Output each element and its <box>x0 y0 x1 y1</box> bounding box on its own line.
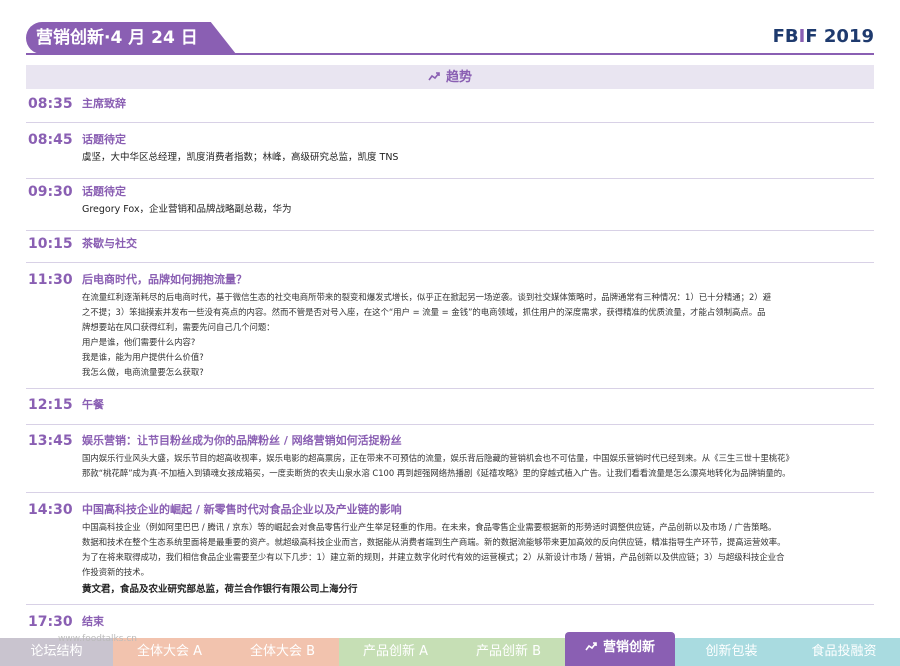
session-topic: 主席致辞 <box>82 97 126 110</box>
session-time: 08:35 <box>28 96 73 112</box>
trend-icon <box>585 641 597 654</box>
session-time: 08:45 <box>28 132 73 148</box>
section-title: 趋势 <box>445 70 472 85</box>
page-header: 营销创新·4 月 24 日 FBIF 2019 <box>0 0 900 60</box>
nav-label: 论坛结构 <box>30 644 83 659</box>
session-content: 话题待定 Gregory Fox，企业营销和品牌战略副总裁，华为 <box>82 184 874 217</box>
nav-label: 产品创新 A <box>362 644 429 659</box>
session-speaker: Gregory Fox，企业营销和品牌战略副总裁，华为 <box>82 204 292 215</box>
session-content: 话题待定虞坚，大中华区总经理，凯度消费者指数；林峰，高级研究总监，凯度 TNS <box>82 132 874 165</box>
session-time: 17:30 <box>28 614 73 630</box>
row-divider <box>26 178 874 179</box>
logo-part-3: F 2019 <box>805 26 874 47</box>
description-line: 牌想要站在风口获得红利，需要先问自己几个问题： <box>82 322 275 332</box>
session-topic: 结束 <box>82 615 104 628</box>
session-description: 中国高科技企业（例如阿里巴巴 / 腾讯 / 京东）等的崛起会对食品零售行业产生举… <box>82 520 874 580</box>
session-speaker: 黄文君，食品及农业研究部总监，荷兰合作银行有限公司上海分行 <box>82 584 358 595</box>
nav-plenary-b[interactable]: 全体大会 B <box>226 638 339 666</box>
nav-label: 食品投融资 <box>811 644 877 659</box>
nav-label: 全体大会 B <box>249 644 316 659</box>
watermark: www.foodtalks.cn <box>58 634 137 644</box>
nav-label: 营销创新 <box>602 640 655 655</box>
description-line: 我怎么做，电商流量要怎么获取? <box>82 367 204 377</box>
page-title: 营销创新·4 月 24 日 <box>26 22 236 54</box>
row-divider <box>26 604 874 605</box>
session-content: 娱乐营销：让节目粉丝成为你的品牌粉丝 / 网络营销如何活捉粉丝国内娱乐行业风头大… <box>82 433 874 481</box>
description-line: 国内娱乐行业风头大盛，娱乐节目的超高收视率，娱乐电影的超高票房，正在带来不可预估… <box>82 453 794 463</box>
fbif-logo: FBIF 2019 <box>773 26 874 47</box>
session-topic: 话题待定 <box>82 133 126 146</box>
session-topic: 茶歇与社交 <box>82 237 137 250</box>
nav-marketing-innovation[interactable]: 营销创新 <box>565 632 675 666</box>
session-time: 13:45 <box>28 433 73 449</box>
nav-product-innovation-b[interactable]: 产品创新 B <box>452 638 565 666</box>
session-topic: 中国高科技企业的崛起 / 新零售时代对食品企业以及产业链的影响 <box>82 503 402 516</box>
header-divider <box>26 53 874 55</box>
row-divider <box>26 492 874 493</box>
session-time: 11:30 <box>28 272 73 288</box>
session-content: 结束 <box>82 614 874 630</box>
session-content: 午餐 <box>82 397 874 413</box>
session-topic: 话题待定 <box>82 185 126 198</box>
session-topic: 午餐 <box>82 398 104 411</box>
session-content: 中国高科技企业的崛起 / 新零售时代对食品企业以及产业链的影响中国高科技企业（例… <box>82 502 874 597</box>
session-speaker: 虞坚，大中华区总经理，凯度消费者指数；林峰，高级研究总监，凯度 TNS <box>82 152 399 163</box>
row-divider <box>26 262 874 263</box>
nav-food-investment[interactable]: 食品投融资 <box>788 638 900 666</box>
session-time: 10:15 <box>28 236 73 252</box>
trend-icon <box>428 65 440 89</box>
row-divider <box>26 122 874 123</box>
description-line: 中国高科技企业（例如阿里巴巴 / 腾讯 / 京东）等的崛起会对食品零售行业产生举… <box>82 522 777 532</box>
description-line: 之不提；3）笨拙摸索并发布一些没有亮点的内容。然而不管是否对号入座，在这个“用户… <box>82 307 766 317</box>
nav-label: 产品创新 B <box>475 644 542 659</box>
session-content: 茶歇与社交 <box>82 236 874 252</box>
session-topic: 后电商时代，品牌如何拥抱流量？ <box>82 273 247 286</box>
row-divider <box>26 424 874 425</box>
nav-product-innovation-a[interactable]: 产品创新 A <box>339 638 452 666</box>
nav-label: 创新包装 <box>705 644 758 659</box>
nav-innovative-packaging[interactable]: 创新包装 <box>675 638 788 666</box>
description-line: 在流量红利逐渐耗尽的后电商时代，基于微信生态的社交电商所带来的裂变和爆发式增长，… <box>82 292 772 302</box>
description-line: 作投资新的技术。 <box>82 567 149 577</box>
session-description: 在流量红利逐渐耗尽的后电商时代，基于微信生态的社交电商所带来的裂变和爆发式增长，… <box>82 290 874 380</box>
row-divider <box>26 230 874 231</box>
logo-part-1: FB <box>772 26 799 47</box>
session-time: 14:30 <box>28 502 73 518</box>
description-line: 我是谁，能为用户提供什么价值? <box>82 352 204 362</box>
session-time: 12:15 <box>28 397 73 413</box>
description-line: 那款“桃花醉”成为真·不加植入到镇魂女孩成箱买，一度卖断货的农夫山泉水溶 C10… <box>82 468 791 478</box>
row-divider <box>26 388 874 389</box>
session-topic: 娱乐营销：让节目粉丝成为你的品牌粉丝 / 网络营销如何活捉粉丝 <box>82 434 402 447</box>
session-time: 09:30 <box>28 184 73 200</box>
nav-label: 全体大会 A <box>136 644 203 659</box>
session-description: 国内娱乐行业风头大盛，娱乐节目的超高收视率，娱乐电影的超高票房，正在带来不可预估… <box>82 451 874 481</box>
section-header: 趋势 <box>26 65 874 89</box>
description-line: 数据和技术在整个生态系统里面将是最重要的资产。就超级高科技企业而言，数据能从消费… <box>82 537 786 547</box>
description-line: 为了在将来取得成功，我们相信食品企业需要至少有以下几步：1）建立新的规则，并建立… <box>82 552 785 562</box>
session-content: 主席致辞 <box>82 96 874 112</box>
session-content: 后电商时代，品牌如何拥抱流量？ 在流量红利逐渐耗尽的后电商时代，基于微信生态的社交… <box>82 272 874 380</box>
description-line: 用户是谁，他们需要什么内容? <box>82 337 196 347</box>
